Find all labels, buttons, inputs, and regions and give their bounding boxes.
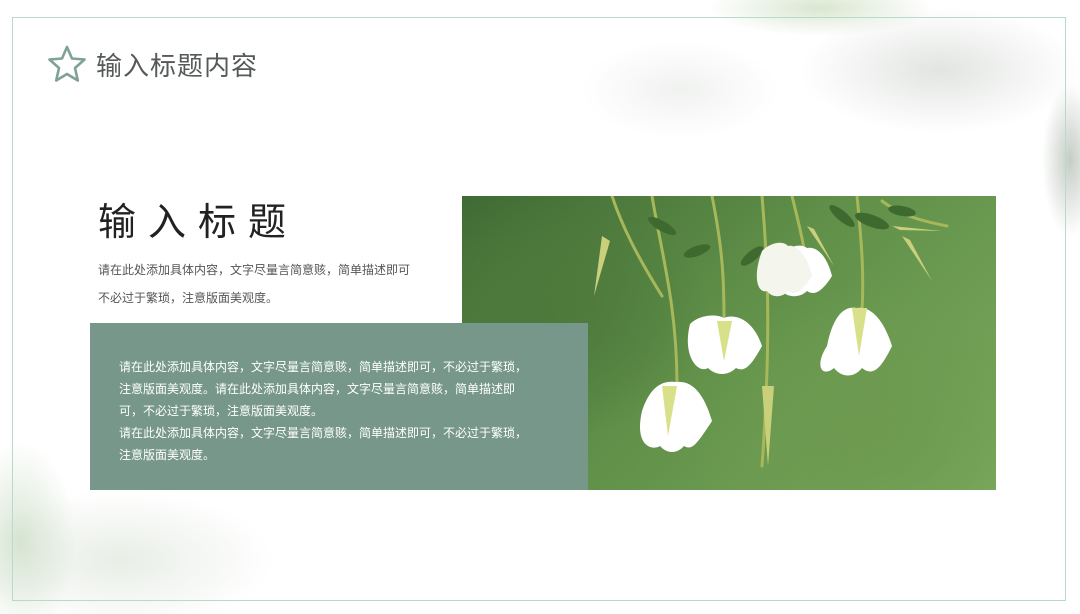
header-title: 输入标题内容 [96,51,259,82]
description-line: 可，不必过于繁琐，注意版面美观度。 [119,404,324,418]
description-line: 注意版面美观度。 [119,448,216,462]
intro-line: 不必过于繁琐，注意版面美观度。 [98,291,279,305]
slide-header: 输入标题内容 [46,42,258,86]
description-paragraph: 请在此处添加具体内容，文字尽量言简意赅，简单描述即可，不必过于繁琐， 注意版面美… [119,422,566,466]
description-paragraph: 请在此处添加具体内容，文字尽量言简意赅，简单描述即可，不必过于繁琐， 注意版面美… [119,356,566,422]
description-line: 注意版面美观度。请在此处添加具体内容，文字尽量言简意赅，简单描述即 [119,382,516,396]
intro-text: 请在此处添加具体内容，文字尽量言简意赅，简单描述即可 不必过于繁琐，注意版面美观… [98,256,458,312]
description-line: 请在此处添加具体内容，文字尽量言简意赅，简单描述即可，不必过于繁琐， [119,426,528,440]
intro-line: 请在此处添加具体内容，文字尽量言简意赅，简单描述即可 [98,263,411,277]
description-line: 请在此处添加具体内容，文字尽量言简意赅，简单描述即可，不必过于繁琐， [119,360,528,374]
slide: 输入标题内容 输入标题 请在此处添加具体内容，文字尽量言简意赅，简单描述即可 不… [0,0,1080,614]
description-panel: 请在此处添加具体内容，文字尽量言简意赅，简单描述即可，不必过于繁琐， 注意版面美… [90,323,588,490]
section-title: 输入标题 [98,200,299,244]
star-outline-icon [48,45,86,82]
